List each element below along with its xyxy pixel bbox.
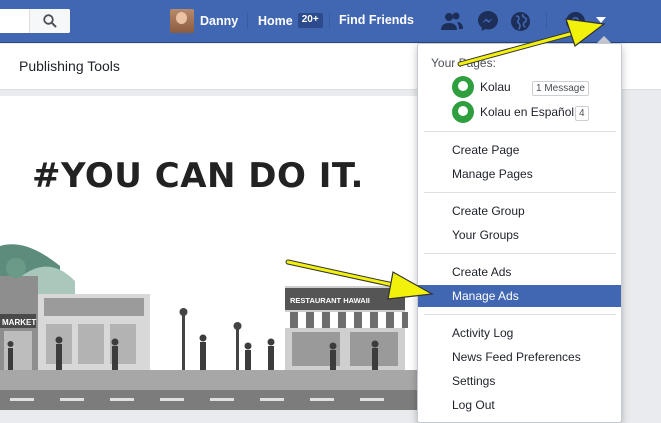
publishing-tools-tab[interactable]: Publishing Tools bbox=[19, 58, 120, 74]
city-street-illustration: MARKET RESTAURANT HAWAII bbox=[0, 244, 420, 410]
cover-slogan: #YOU CAN DO IT. bbox=[32, 156, 364, 196]
menu-item-manage-ads[interactable]: Manage Ads bbox=[418, 285, 621, 307]
page-avatar-icon bbox=[452, 76, 474, 98]
search-button[interactable] bbox=[29, 9, 70, 33]
menu-item-create-page[interactable]: Create Page bbox=[418, 139, 621, 161]
nav-divider bbox=[329, 13, 330, 29]
menu-item-news-feed-preferences[interactable]: News Feed Preferences bbox=[418, 346, 621, 368]
page-name: Kolau en Español bbox=[480, 105, 575, 119]
page-name: Kolau bbox=[480, 80, 511, 94]
home-count-badge: 20+ bbox=[297, 13, 323, 28]
account-dropdown-icon[interactable] bbox=[596, 17, 606, 23]
menu-divider bbox=[424, 192, 616, 193]
page-notification-badge: 4 bbox=[575, 106, 589, 121]
menu-item-activity-log[interactable]: Activity Log bbox=[418, 322, 621, 344]
messenger-button[interactable] bbox=[476, 10, 500, 32]
messenger-icon bbox=[478, 11, 498, 31]
nav-divider bbox=[247, 13, 248, 29]
help-button[interactable]: ? bbox=[563, 10, 587, 32]
menu-item-manage-pages[interactable]: Manage Pages bbox=[418, 163, 621, 185]
friend-requests-button[interactable] bbox=[440, 10, 464, 32]
search-icon bbox=[43, 14, 57, 28]
page-item-kolau[interactable]: Kolau bbox=[452, 76, 511, 98]
help-icon: ? bbox=[565, 11, 585, 31]
profile-name: Danny bbox=[200, 14, 239, 28]
your-pages-heading: Your Pages: bbox=[431, 56, 496, 70]
profile-link[interactable]: Danny bbox=[170, 9, 238, 33]
nav-divider bbox=[546, 13, 547, 29]
cover-image: #YOU CAN DO IT. MARKET RESTAURANT HAWAII bbox=[0, 96, 420, 410]
svg-text:?: ? bbox=[571, 14, 579, 29]
notifications-globe-icon bbox=[510, 11, 530, 31]
account-dropdown-menu: Your Pages: Kolau 1 Message Kolau en Esp… bbox=[417, 43, 622, 423]
menu-item-settings[interactable]: Settings bbox=[418, 370, 621, 392]
market-sign: MARKET bbox=[2, 318, 36, 327]
menu-divider bbox=[424, 314, 616, 315]
friend-requests-icon bbox=[441, 12, 463, 30]
page-avatar-icon bbox=[452, 101, 474, 123]
notifications-button[interactable] bbox=[508, 10, 532, 32]
menu-item-log-out[interactable]: Log Out bbox=[418, 394, 621, 416]
menu-item-create-group[interactable]: Create Group bbox=[418, 200, 621, 222]
menu-divider bbox=[424, 253, 616, 254]
search-input[interactable] bbox=[0, 9, 70, 33]
home-label: Home bbox=[258, 13, 293, 28]
home-link[interactable]: Home 20+ bbox=[258, 13, 323, 28]
restaurant-sign: RESTAURANT HAWAII bbox=[290, 296, 370, 305]
menu-item-create-ads[interactable]: Create Ads bbox=[418, 261, 621, 283]
menu-divider bbox=[424, 131, 616, 132]
menu-item-your-groups[interactable]: Your Groups bbox=[418, 224, 621, 246]
page-item-kolau-en-espanol[interactable]: Kolau en Español bbox=[452, 101, 574, 123]
avatar bbox=[170, 9, 194, 33]
find-friends-link[interactable]: Find Friends bbox=[339, 13, 414, 27]
top-navigation-bar: Danny Home 20+ Find Friends ? bbox=[0, 0, 661, 43]
page-message-badge: 1 Message bbox=[532, 81, 589, 96]
